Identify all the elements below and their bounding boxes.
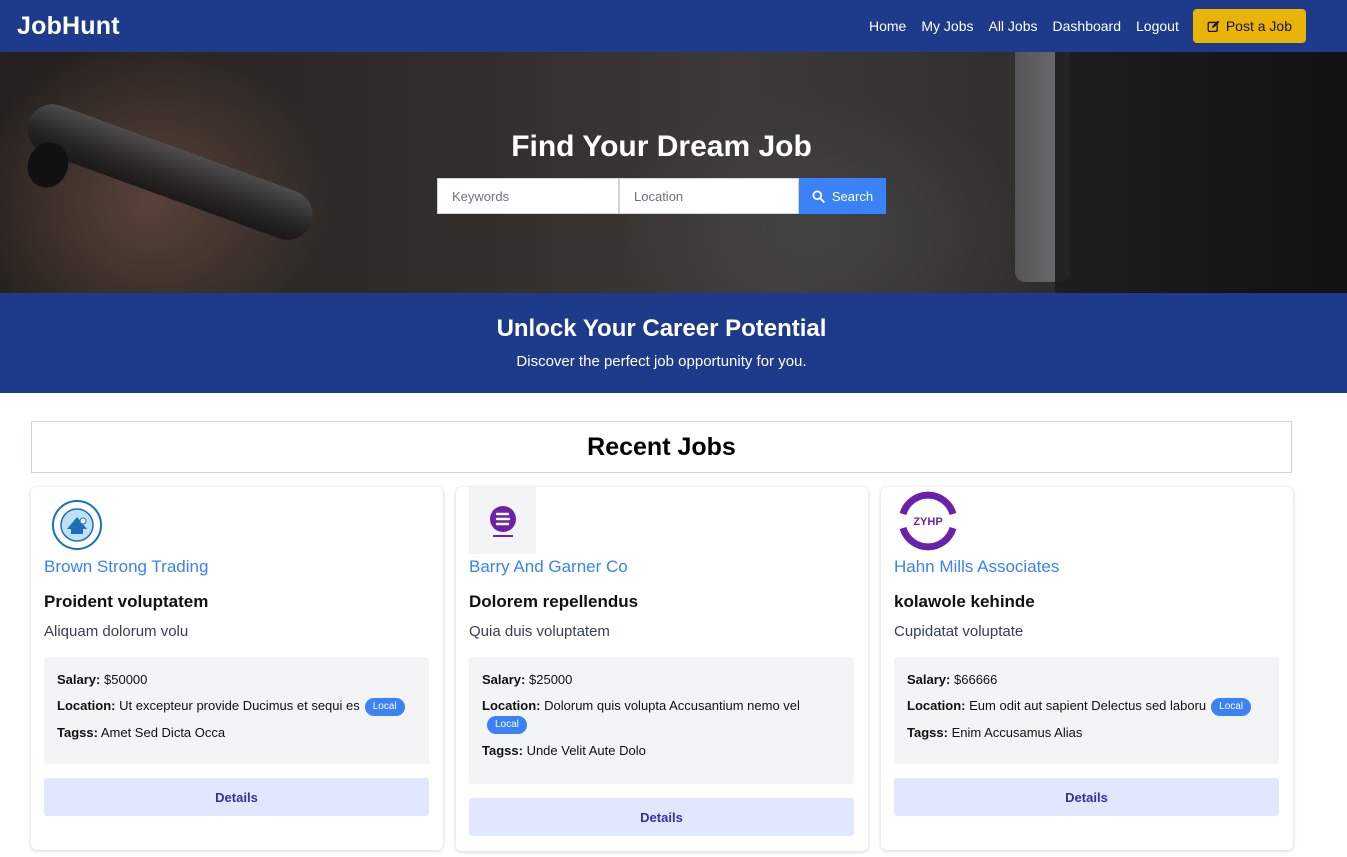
job-card: Brown Strong Trading Proident voluptatem… xyxy=(31,487,443,850)
edit-icon xyxy=(1207,20,1220,33)
company-name-link[interactable]: Hahn Mills Associates xyxy=(894,557,1059,577)
location-label: Location: xyxy=(907,698,966,713)
tags-value: Unde Velit Aute Dolo xyxy=(526,742,646,758)
job-info-panel: Salary: $66666 Location: Eum odit aut sa… xyxy=(894,657,1279,764)
company-logo-text: ZYHP xyxy=(913,516,942,528)
salary-label: Salary: xyxy=(57,672,101,687)
company-logo xyxy=(51,499,103,551)
post-job-button[interactable]: Post a Job xyxy=(1192,9,1306,43)
company-name-link[interactable]: Brown Strong Trading xyxy=(44,557,208,577)
hero-section: Find Your Dream Job Search xyxy=(0,52,1347,293)
details-button[interactable]: Details xyxy=(894,778,1279,816)
location-label: Location: xyxy=(57,698,116,713)
job-title: Proident voluptatem xyxy=(44,592,209,611)
search-button-label: Search xyxy=(831,188,874,204)
salary-label: Salary: xyxy=(907,672,951,687)
company-logo xyxy=(469,487,536,554)
nav-logout[interactable]: Logout xyxy=(1136,18,1179,34)
search-icon xyxy=(812,189,825,203)
location-value: Dolorum quis volupta Accusantium nemo ve… xyxy=(544,698,800,713)
nav-links: Home My Jobs All Jobs Dashboard Logout P… xyxy=(854,9,1330,43)
tags-line: Tagss: Amet Sed Dicta Occa xyxy=(57,724,416,742)
job-title: Dolorem repellendus xyxy=(469,592,639,611)
salary-line: Salary: $66666 xyxy=(907,671,1266,689)
company-logo: ZYHP xyxy=(894,487,961,554)
hero-overlay xyxy=(0,52,1347,293)
job-card: Barry And Garner Co Dolorem repellendus … xyxy=(456,487,868,851)
location-line: Location: Ut excepteur provide Ducimus e… xyxy=(57,697,416,716)
recent-jobs-header: Recent Jobs xyxy=(31,421,1292,473)
nav-all-jobs[interactable]: All Jobs xyxy=(988,18,1037,34)
job-info-panel: Salary: $25000 Location: Dolorum quis vo… xyxy=(469,657,854,784)
recent-jobs-title: Recent Jobs xyxy=(587,432,736,461)
salary-line: Salary: $25000 xyxy=(482,671,804,689)
location-line: Location: Dolorum quis volupta Accusanti… xyxy=(482,697,804,734)
job-info-panel: Salary: $50000 Location: Ut excepteur pr… xyxy=(44,657,429,764)
details-button[interactable]: Details xyxy=(469,798,854,836)
company-name-link[interactable]: Barry And Garner Co xyxy=(469,557,628,577)
location-badge: Local xyxy=(1211,697,1252,716)
details-button[interactable]: Details xyxy=(44,778,429,816)
job-description: Aliquam dolorum volu xyxy=(44,623,189,640)
banner-title: Unlock Your Career Potential xyxy=(496,315,827,342)
tags-value: Amet Sed Dicta Occa xyxy=(100,724,226,740)
tags-line: Tagss: Enim Accusamus Alias xyxy=(907,724,1266,742)
salary-value: $66666 xyxy=(954,672,998,687)
tags-label: Tagss: xyxy=(482,742,523,758)
job-card: ZYHP Hahn Mills Associates kolawole kehi… xyxy=(881,487,1293,850)
tags-label: Tagss: xyxy=(907,724,948,740)
location-label: Location: xyxy=(482,698,541,713)
location-badge: Local xyxy=(487,715,527,734)
brand-logo[interactable]: JobHunt xyxy=(17,12,120,41)
salary-value: $25000 xyxy=(529,672,573,687)
location-value: Eum odit aut sapient Delectus sed laboru xyxy=(969,698,1207,713)
hero-title: Find Your Dream Job xyxy=(511,130,812,163)
banner-subtitle: Discover the perfect job opportunity for… xyxy=(516,353,807,370)
nav-my-jobs[interactable]: My Jobs xyxy=(921,18,973,34)
search-button[interactable]: Search xyxy=(799,178,886,214)
keywords-input[interactable] xyxy=(437,178,619,214)
salary-line: Salary: $50000 xyxy=(57,671,416,689)
career-banner: Unlock Your Career Potential Discover th… xyxy=(0,293,1347,393)
location-input[interactable] xyxy=(619,178,799,214)
nav-dashboard[interactable]: Dashboard xyxy=(1053,18,1122,34)
tags-line: Tagss: Unde Velit Aute Dolo xyxy=(482,742,804,760)
tags-value: Enim Accusamus Alias xyxy=(951,724,1083,740)
location-badge: Local xyxy=(364,697,405,716)
post-job-label: Post a Job xyxy=(1225,18,1292,34)
location-line: Location: Eum odit aut sapient Delectus … xyxy=(907,697,1266,716)
salary-label: Salary: xyxy=(482,672,526,687)
salary-value: $50000 xyxy=(104,672,148,687)
job-description: Cupidatat voluptate xyxy=(894,623,1024,640)
job-title: kolawole kehinde xyxy=(894,592,1035,611)
search-form: Search xyxy=(437,178,886,214)
job-description: Quia duis voluptatem xyxy=(469,623,610,640)
location-value: Ut excepteur provide Ducimus et sequi es xyxy=(119,698,360,713)
top-navbar: JobHunt Home My Jobs All Jobs Dashboard … xyxy=(0,0,1347,52)
tags-label: Tagss: xyxy=(57,724,98,740)
nav-home[interactable]: Home xyxy=(869,18,906,34)
